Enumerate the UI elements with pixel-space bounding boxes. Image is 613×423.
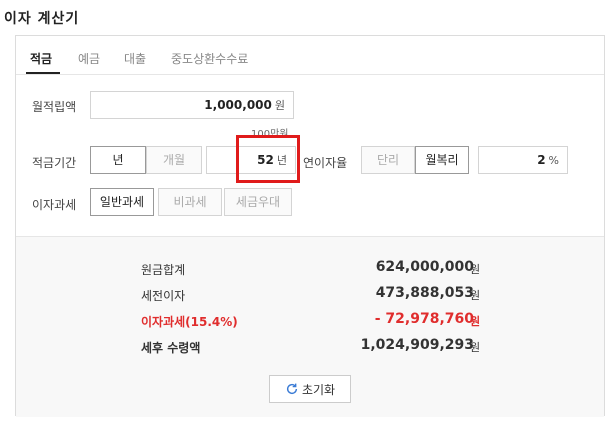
result-section: 원금합계 624,000,000 원 세전이자 473,888,053 원 이자… bbox=[16, 236, 604, 417]
active-tab-indicator bbox=[26, 72, 60, 74]
rate-input[interactable]: 2% bbox=[478, 146, 568, 174]
tab-loan[interactable]: 대출 bbox=[124, 50, 146, 67]
calculator-panel: 적금 예금 대출 중도상환수수료 월적립액 1,000,000 원 100만원 적… bbox=[15, 35, 605, 417]
highlight-box bbox=[236, 135, 300, 183]
monthly-amount-value: 1,000,000 bbox=[204, 98, 272, 112]
tax-option-preferential[interactable]: 세금우대 bbox=[224, 188, 292, 216]
reset-label: 초기화 bbox=[301, 382, 336, 397]
result-label-pretax-interest: 세전이자 bbox=[141, 289, 186, 303]
result-unit-net: 원 bbox=[470, 341, 481, 354]
result-label-net: 세후 수령액 bbox=[141, 341, 201, 355]
rate-value: 2 bbox=[537, 153, 546, 167]
tab-savings[interactable]: 적금 bbox=[30, 50, 52, 67]
result-value-net: 1,024,909,293 bbox=[360, 337, 474, 353]
tax-option-exempt[interactable]: 비과세 bbox=[158, 188, 222, 216]
result-value-pretax-interest: 473,888,053 bbox=[375, 285, 474, 301]
tab-deposit[interactable]: 예금 bbox=[78, 50, 100, 67]
tax-option-general[interactable]: 일반과세 bbox=[90, 188, 154, 216]
result-unit-principal: 원 bbox=[470, 263, 481, 276]
period-unit-year[interactable]: 년 bbox=[90, 146, 146, 174]
result-label-principal: 원금합계 bbox=[141, 263, 186, 277]
result-value-principal: 624,000,000 bbox=[375, 259, 474, 275]
refresh-icon bbox=[286, 383, 298, 395]
period-label: 적금기간 bbox=[32, 156, 77, 170]
monthly-amount-label: 월적립액 bbox=[32, 100, 77, 114]
tab-bar: 적금 예금 대출 중도상환수수료 bbox=[16, 36, 604, 75]
tax-label: 이자과세 bbox=[32, 198, 77, 212]
page-title: 이자 계산기 bbox=[4, 11, 80, 27]
monthly-amount-unit: 원 bbox=[274, 99, 285, 112]
rate-simple[interactable]: 단리 bbox=[361, 146, 415, 174]
period-unit-month[interactable]: 개월 bbox=[146, 146, 202, 174]
rate-label: 연이자율 bbox=[303, 156, 348, 170]
result-unit-pretax-interest: 원 bbox=[470, 289, 481, 302]
rate-compound[interactable]: 월복리 bbox=[415, 146, 469, 174]
result-value-tax: - 72,978,760 bbox=[374, 311, 474, 327]
result-label-tax: 이자과세(15.4%) bbox=[141, 315, 238, 329]
monthly-amount-input[interactable]: 1,000,000 원 bbox=[90, 91, 294, 119]
rate-unit: % bbox=[548, 154, 559, 167]
reset-button[interactable]: 초기화 bbox=[269, 375, 351, 403]
tab-prepayment-fee[interactable]: 중도상환수수료 bbox=[171, 50, 248, 67]
result-unit-tax: 원 bbox=[470, 315, 481, 328]
